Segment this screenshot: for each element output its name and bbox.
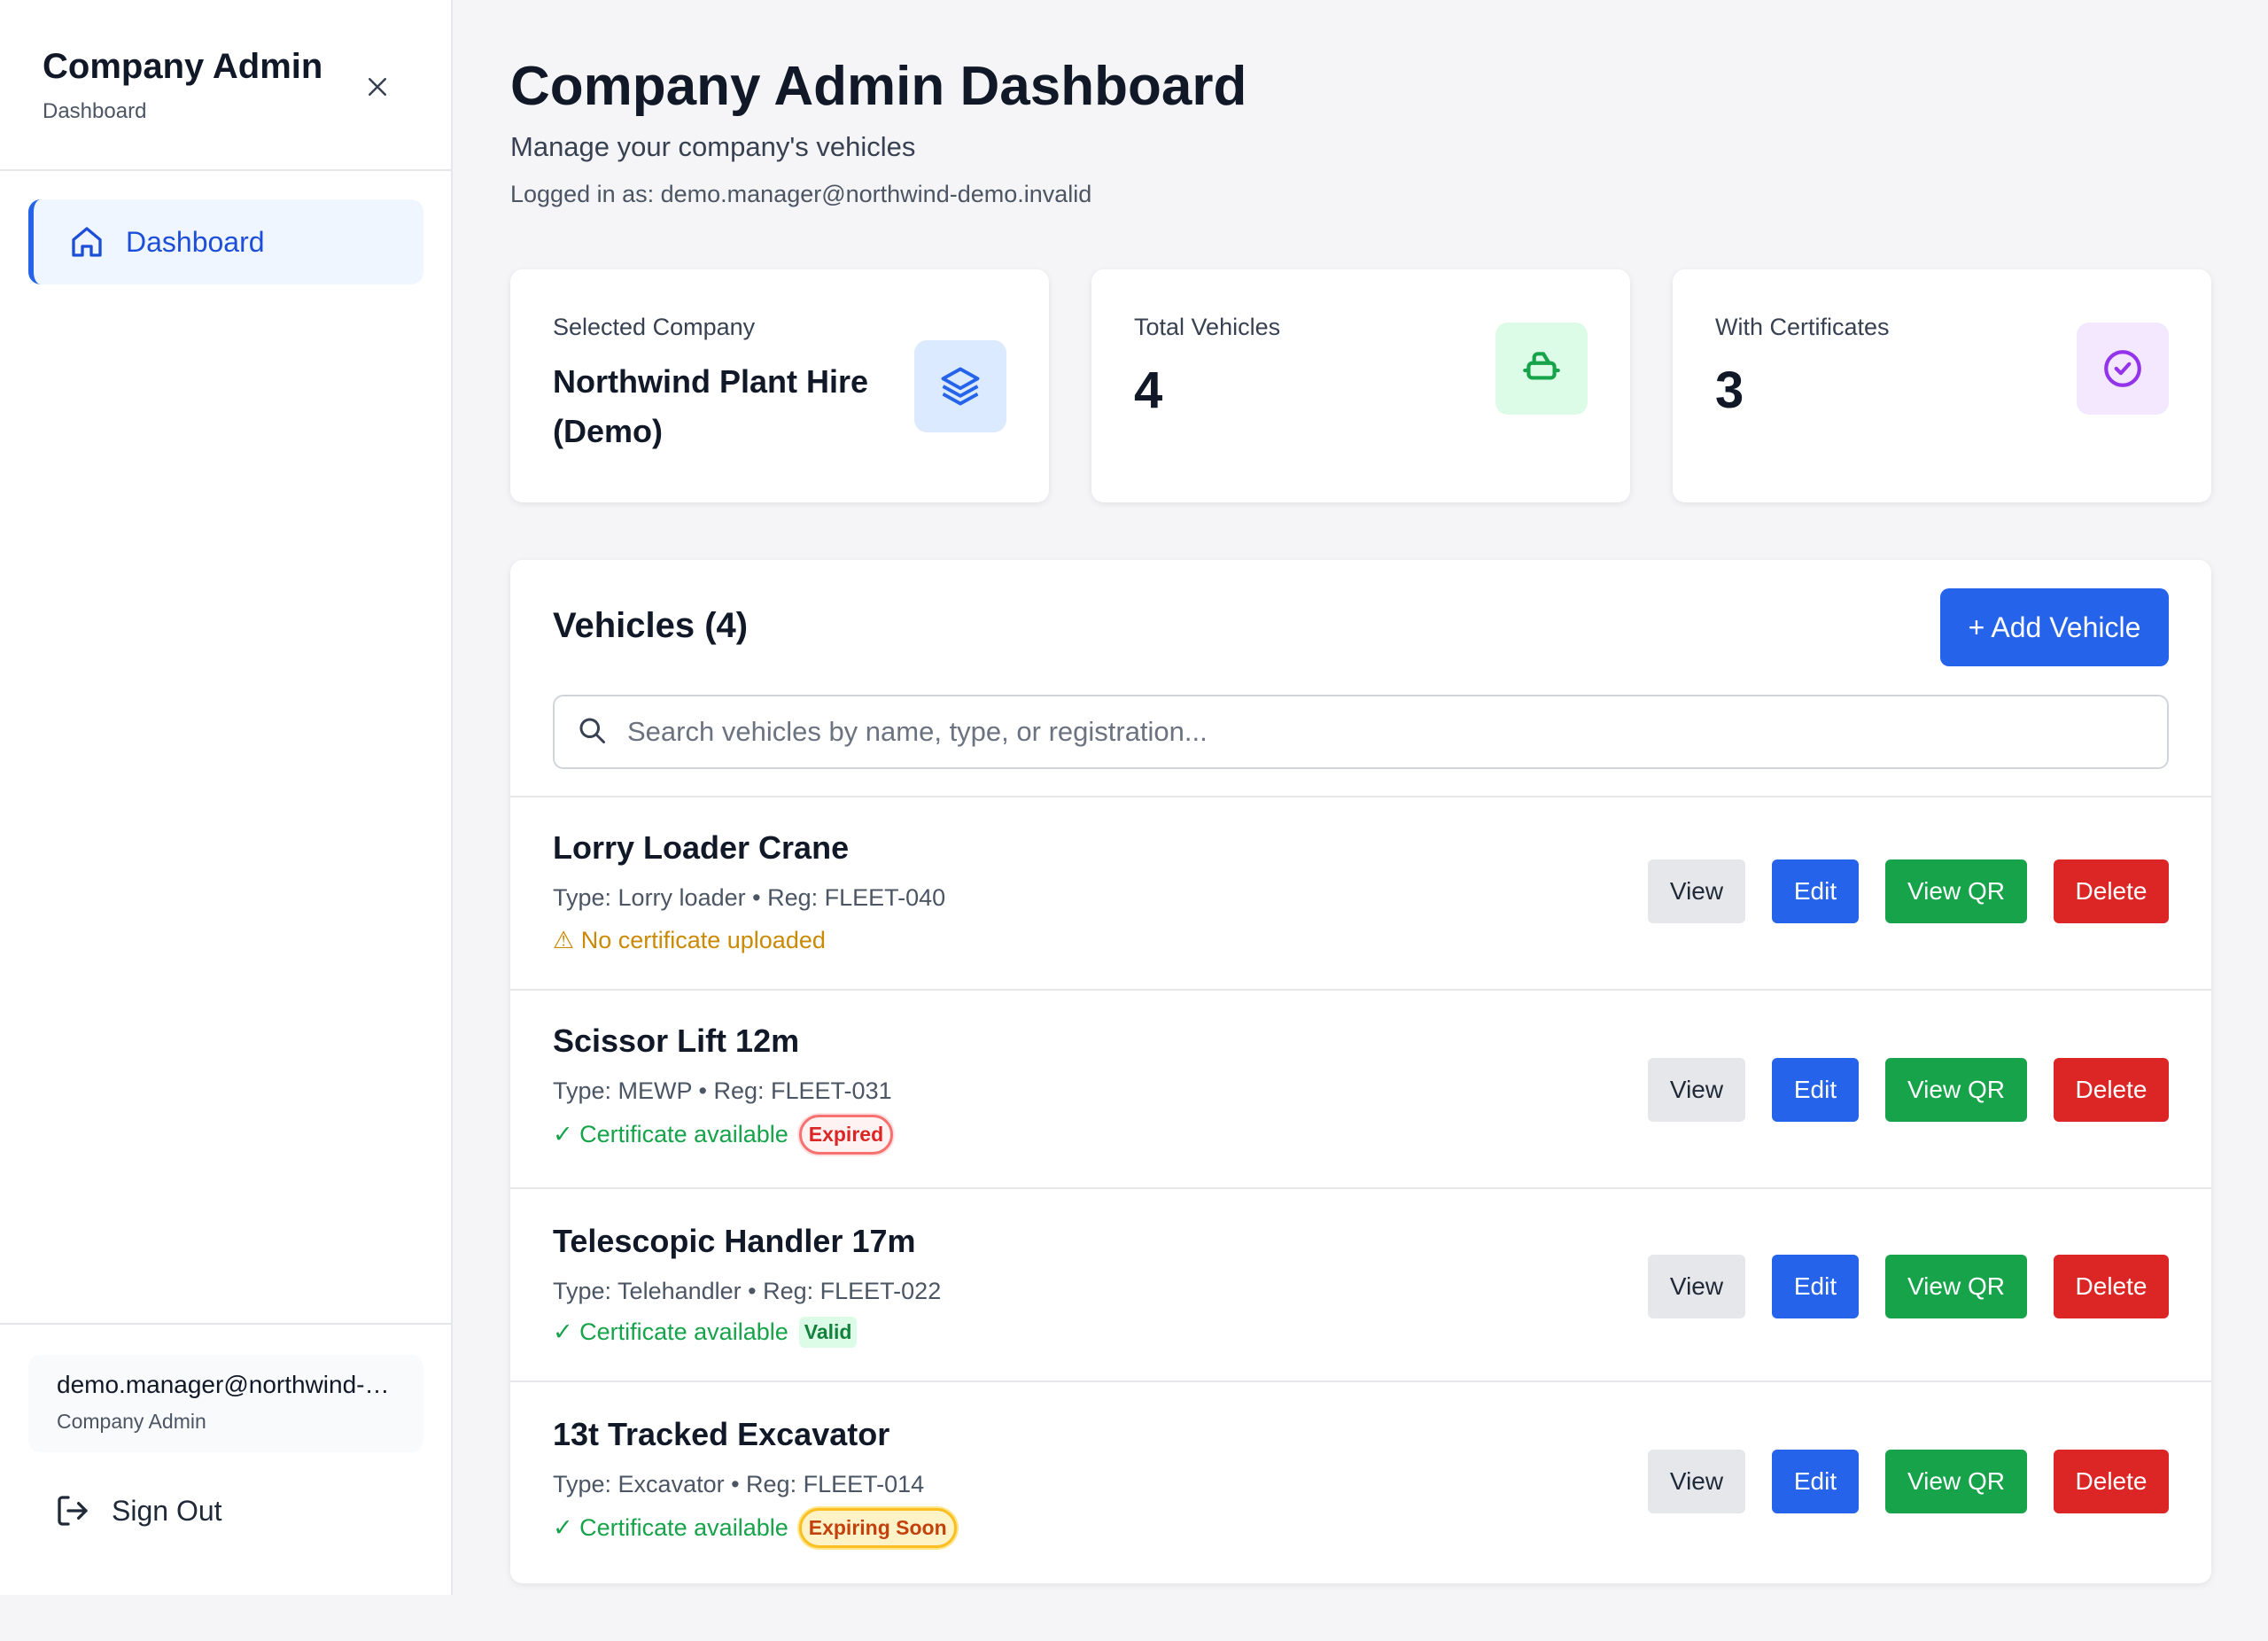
stat-label: Selected Company bbox=[553, 314, 756, 340]
vehicles-title: Vehicles (4) bbox=[553, 606, 749, 645]
vehicle-name: Telescopic Handler 17m bbox=[553, 1223, 916, 1259]
vehicles-card: Vehicles (4) + Add Vehicle Lorry Loader … bbox=[510, 560, 2211, 1583]
truck-icon bbox=[1495, 323, 1588, 415]
search-box bbox=[553, 695, 2169, 769]
edit-button[interactable]: Edit bbox=[1772, 1450, 1859, 1513]
sidebar: Company Admin Dashboard Dashboard demo.m… bbox=[0, 0, 453, 1595]
certificate-status-text: ✓ Certificate available bbox=[553, 1514, 788, 1541]
vehicle-row: Telescopic Handler 17m Type: Telehandler… bbox=[510, 1187, 2211, 1380]
view-qr-button[interactable]: View QR bbox=[1885, 1255, 2027, 1318]
logged-in-user: Logged in as: demo.manager@northwind-dem… bbox=[510, 181, 1092, 207]
certificate-status: ✓ Certificate available Expired bbox=[553, 1115, 894, 1155]
search-input[interactable] bbox=[627, 716, 2133, 748]
view-qr-button[interactable]: View QR bbox=[1885, 859, 2027, 923]
page-title: Company Admin Dashboard bbox=[510, 56, 1247, 117]
sidebar-header: Company Admin Dashboard bbox=[0, 0, 451, 171]
view-qr-button[interactable]: View QR bbox=[1885, 1450, 2027, 1513]
vehicle-meta: Type: Telehandler • Reg: FLEET-022 bbox=[553, 1278, 942, 1304]
delete-button[interactable]: Delete bbox=[2054, 1058, 2169, 1122]
certificate-status: ✓ Certificate available Expiring Soon bbox=[553, 1508, 957, 1548]
search-icon bbox=[576, 714, 611, 750]
certificate-status: ⚠ No certificate uploaded bbox=[553, 927, 826, 954]
status-badge: Valid bbox=[798, 1317, 858, 1348]
view-button[interactable]: View bbox=[1648, 1450, 1745, 1513]
vehicle-name: 13t Tracked Excavator bbox=[553, 1416, 890, 1452]
delete-button[interactable]: Delete bbox=[2054, 1255, 2169, 1318]
vehicle-row: Scissor Lift 12m Type: MEWP • Reg: FLEET… bbox=[510, 989, 2211, 1187]
view-button[interactable]: View bbox=[1648, 859, 1745, 923]
delete-button[interactable]: Delete bbox=[2054, 1450, 2169, 1513]
delete-button[interactable]: Delete bbox=[2054, 859, 2169, 923]
certificate-status: ✓ Certificate available Valid bbox=[553, 1317, 858, 1348]
sign-out-label: Sign Out bbox=[112, 1494, 222, 1527]
certificate-status-text: ✓ Certificate available bbox=[553, 1121, 788, 1147]
vehicle-row: Lorry Loader Crane Type: Lorry loader • … bbox=[510, 796, 2211, 989]
sign-out-button[interactable]: Sign Out bbox=[55, 1493, 423, 1528]
view-button[interactable]: View bbox=[1648, 1058, 1745, 1122]
user-role: Company Admin bbox=[57, 1410, 206, 1433]
layers-icon bbox=[914, 340, 1006, 432]
vehicle-meta: Type: MEWP • Reg: FLEET-031 bbox=[553, 1077, 892, 1104]
view-qr-button[interactable]: View QR bbox=[1885, 1058, 2027, 1122]
sidebar-item-dashboard[interactable]: Dashboard bbox=[28, 199, 423, 284]
vehicle-meta: Type: Excavator • Reg: FLEET-014 bbox=[553, 1471, 925, 1497]
check-circle-icon bbox=[2077, 323, 2169, 415]
sidebar-footer: demo.manager@northwind-demo.invalid Comp… bbox=[0, 1323, 451, 1528]
view-button[interactable]: View bbox=[1648, 1255, 1745, 1318]
edit-button[interactable]: Edit bbox=[1772, 1255, 1859, 1318]
vehicle-meta: Type: Lorry loader • Reg: FLEET-040 bbox=[553, 884, 946, 911]
status-badge: Expired bbox=[798, 1115, 894, 1155]
stat-card-certificates: With Certificates 3 bbox=[1673, 269, 2211, 502]
stat-value: Northwind Plant Hire (Demo) bbox=[553, 363, 869, 449]
certificate-status-text: ✓ Certificate available bbox=[553, 1318, 788, 1345]
sidebar-item-label: Dashboard bbox=[126, 225, 265, 258]
certificate-status-text: ⚠ No certificate uploaded bbox=[553, 927, 826, 953]
sidebar-nav: Dashboard bbox=[0, 171, 451, 284]
status-badge: Expiring Soon bbox=[798, 1508, 957, 1548]
stat-card-company: Selected Company Northwind Plant Hire (D… bbox=[510, 269, 1049, 502]
edit-button[interactable]: Edit bbox=[1772, 859, 1859, 923]
user-email: demo.manager@northwind-demo.invalid bbox=[57, 1371, 395, 1398]
add-vehicle-button[interactable]: + Add Vehicle bbox=[1940, 588, 2169, 666]
home-icon bbox=[69, 224, 105, 260]
close-icon[interactable] bbox=[358, 67, 397, 106]
page-subtitle: Manage your company's vehicles bbox=[510, 131, 916, 162]
stat-card-total-vehicles: Total Vehicles 4 bbox=[1091, 269, 1630, 502]
log-out-icon bbox=[55, 1493, 90, 1528]
edit-button[interactable]: Edit bbox=[1772, 1058, 1859, 1122]
vehicle-name: Lorry Loader Crane bbox=[553, 829, 850, 866]
vehicle-name: Scissor Lift 12m bbox=[553, 1023, 800, 1059]
user-card: demo.manager@northwind-demo.invalid Comp… bbox=[28, 1355, 423, 1452]
vehicle-row: 13t Tracked Excavator Type: Excavator • … bbox=[510, 1380, 2211, 1583]
